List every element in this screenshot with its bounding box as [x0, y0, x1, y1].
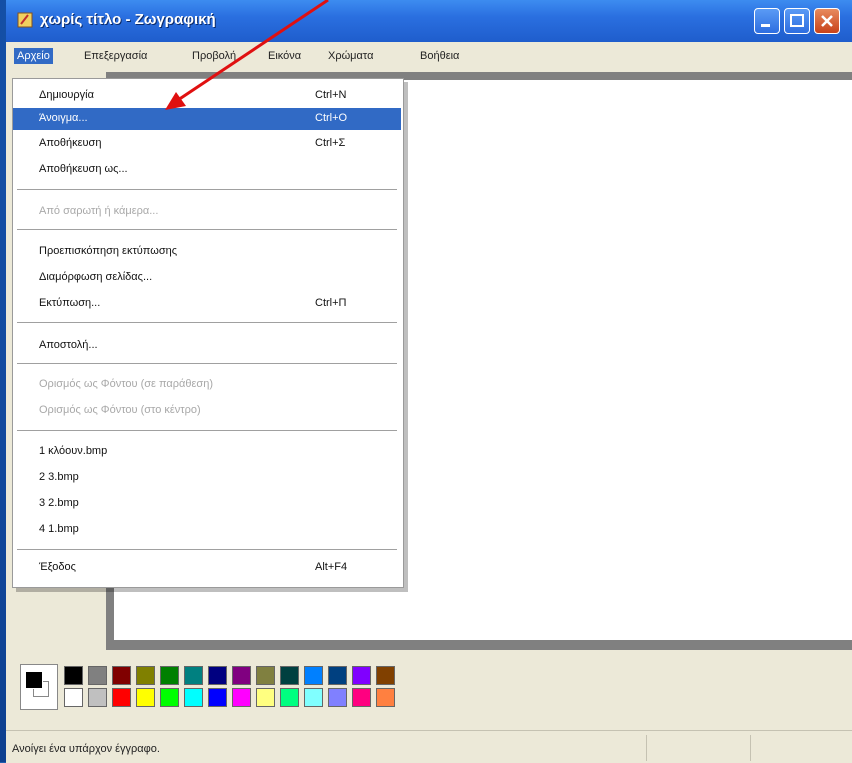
- color-swatch[interactable]: [112, 688, 131, 707]
- menu-item-bg-center: Ορισμός ως Φόντου (στο κέντρο): [13, 400, 401, 422]
- menu-item-print-preview[interactable]: Προεπισκόπηση εκτύπωσης: [13, 241, 401, 263]
- menu-item-shortcut: Ctrl+Π: [315, 297, 347, 309]
- color-swatch[interactable]: [88, 688, 107, 707]
- menu-edit[interactable]: Επεξεργασία: [84, 50, 147, 62]
- color-swatch[interactable]: [208, 666, 227, 685]
- menu-item-shortcut: Alt+F4: [315, 561, 348, 573]
- menu-separator: [17, 363, 397, 364]
- menu-colors[interactable]: Χρώματα: [328, 50, 373, 62]
- color-swatch[interactable]: [304, 688, 323, 707]
- color-swatch[interactable]: [328, 688, 347, 707]
- menu-item-label: Αποθήκευση ως...: [39, 163, 128, 175]
- menu-item-recent-1[interactable]: 1 κλόουν.bmp: [13, 441, 401, 463]
- color-swatch[interactable]: [160, 688, 179, 707]
- menu-item-shortcut: Ctrl+O: [315, 112, 348, 124]
- color-swatch[interactable]: [232, 666, 251, 685]
- menu-item-new[interactable]: Δημιουργία Ctrl+N: [13, 85, 401, 107]
- menu-separator: [17, 229, 397, 230]
- menu-item-label: Άνοιγμα...: [39, 112, 88, 124]
- menu-item-label: 3 2.bmp: [39, 497, 79, 509]
- color-swatch[interactable]: [184, 666, 203, 685]
- file-menu-dropdown: Δημιουργία Ctrl+N Άνοιγμα... Ctrl+O Αποθ…: [12, 78, 404, 588]
- title-bar[interactable]: χωρίς τίτλο - Ζωγραφική: [6, 0, 852, 42]
- foreground-color: [25, 671, 43, 689]
- color-palette: [6, 650, 852, 730]
- menu-separator: [17, 189, 397, 190]
- menu-file[interactable]: Αρχείο: [14, 48, 53, 64]
- color-swatch[interactable]: [352, 666, 371, 685]
- color-swatch[interactable]: [256, 688, 275, 707]
- menu-view[interactable]: Προβολή: [192, 50, 236, 62]
- menu-item-label: 2 3.bmp: [39, 471, 79, 483]
- menu-item-label: Αποστολή...: [39, 339, 98, 351]
- menu-item-bg-tile: Ορισμός ως Φόντου (σε παράθεση): [13, 374, 401, 396]
- menu-item-recent-3[interactable]: 3 2.bmp: [13, 493, 401, 515]
- menu-separator: [17, 430, 397, 431]
- color-swatch[interactable]: [112, 666, 131, 685]
- menu-item-label: Ορισμός ως Φόντου (σε παράθεση): [39, 378, 213, 390]
- menu-item-recent-2[interactable]: 2 3.bmp: [13, 467, 401, 489]
- minimize-icon: [761, 24, 770, 27]
- menu-item-label: Δημιουργία: [39, 89, 94, 101]
- menu-item-label: Από σαρωτή ή κάμερα...: [39, 205, 159, 217]
- color-swatch[interactable]: [64, 688, 83, 707]
- menu-item-shortcut: Ctrl+N: [315, 89, 347, 101]
- color-swatch[interactable]: [88, 666, 107, 685]
- menu-item-save-as[interactable]: Αποθήκευση ως...: [13, 159, 401, 181]
- color-swatch[interactable]: [352, 688, 371, 707]
- menu-item-print[interactable]: Εκτύπωση... Ctrl+Π: [13, 293, 401, 315]
- color-swatch[interactable]: [280, 666, 299, 685]
- menu-item-label: Ορισμός ως Φόντου (στο κέντρο): [39, 404, 201, 416]
- color-swatch[interactable]: [376, 688, 395, 707]
- color-swatch[interactable]: [256, 666, 275, 685]
- color-swatch[interactable]: [280, 688, 299, 707]
- color-swatch[interactable]: [232, 688, 251, 707]
- menu-item-exit[interactable]: Έξοδος Alt+F4: [13, 557, 401, 579]
- status-text: Ανοίγει ένα υπάρχον έγγραφο.: [12, 743, 160, 755]
- menu-item-label: Εκτύπωση...: [39, 297, 101, 309]
- close-button[interactable]: [814, 8, 840, 34]
- color-swatch[interactable]: [136, 688, 155, 707]
- status-divider: [646, 735, 647, 761]
- menu-item-from-scanner: Από σαρωτή ή κάμερα...: [13, 201, 401, 223]
- current-colors[interactable]: [20, 664, 58, 710]
- menu-separator: [17, 322, 397, 323]
- menu-item-recent-4[interactable]: 4 1.bmp: [13, 519, 401, 541]
- menu-item-shortcut: Ctrl+Σ: [315, 137, 346, 149]
- menu-bar: Αρχείο Επεξεργασία Προβολή Εικόνα Χρώματ…: [6, 42, 852, 72]
- menu-item-page-setup[interactable]: Διαμόρφωση σελίδας...: [13, 267, 401, 289]
- minimize-button[interactable]: [754, 8, 780, 34]
- maximize-icon: [790, 14, 804, 27]
- color-swatch[interactable]: [64, 666, 83, 685]
- menu-item-label: Αποθήκευση: [39, 137, 102, 149]
- menu-item-label: 4 1.bmp: [39, 523, 79, 535]
- menu-image[interactable]: Εικόνα: [268, 50, 301, 62]
- window-title: χωρίς τίτλο - Ζωγραφική: [40, 11, 216, 28]
- menu-help[interactable]: Βοήθεια: [420, 50, 459, 62]
- status-bar: Ανοίγει ένα υπάρχον έγγραφο.: [6, 730, 852, 763]
- color-swatch[interactable]: [208, 688, 227, 707]
- color-swatch[interactable]: [304, 666, 323, 685]
- menu-item-send[interactable]: Αποστολή...: [13, 335, 401, 357]
- maximize-button[interactable]: [784, 8, 810, 34]
- color-swatch[interactable]: [184, 688, 203, 707]
- menu-item-label: Προεπισκόπηση εκτύπωσης: [39, 245, 178, 257]
- menu-item-save[interactable]: Αποθήκευση Ctrl+Σ: [13, 133, 401, 155]
- menu-item-label: Έξοδος: [39, 561, 76, 573]
- paint-app-icon: [17, 12, 33, 28]
- color-swatch[interactable]: [376, 666, 395, 685]
- close-icon: [821, 15, 833, 27]
- status-divider: [750, 735, 751, 761]
- color-swatch[interactable]: [160, 666, 179, 685]
- color-swatch[interactable]: [136, 666, 155, 685]
- color-swatch[interactable]: [328, 666, 347, 685]
- menu-item-label: Διαμόρφωση σελίδας...: [39, 271, 153, 283]
- menu-item-label: 1 κλόουν.bmp: [39, 445, 108, 457]
- menu-separator: [17, 549, 397, 550]
- menu-item-open[interactable]: Άνοιγμα... Ctrl+O: [13, 108, 401, 130]
